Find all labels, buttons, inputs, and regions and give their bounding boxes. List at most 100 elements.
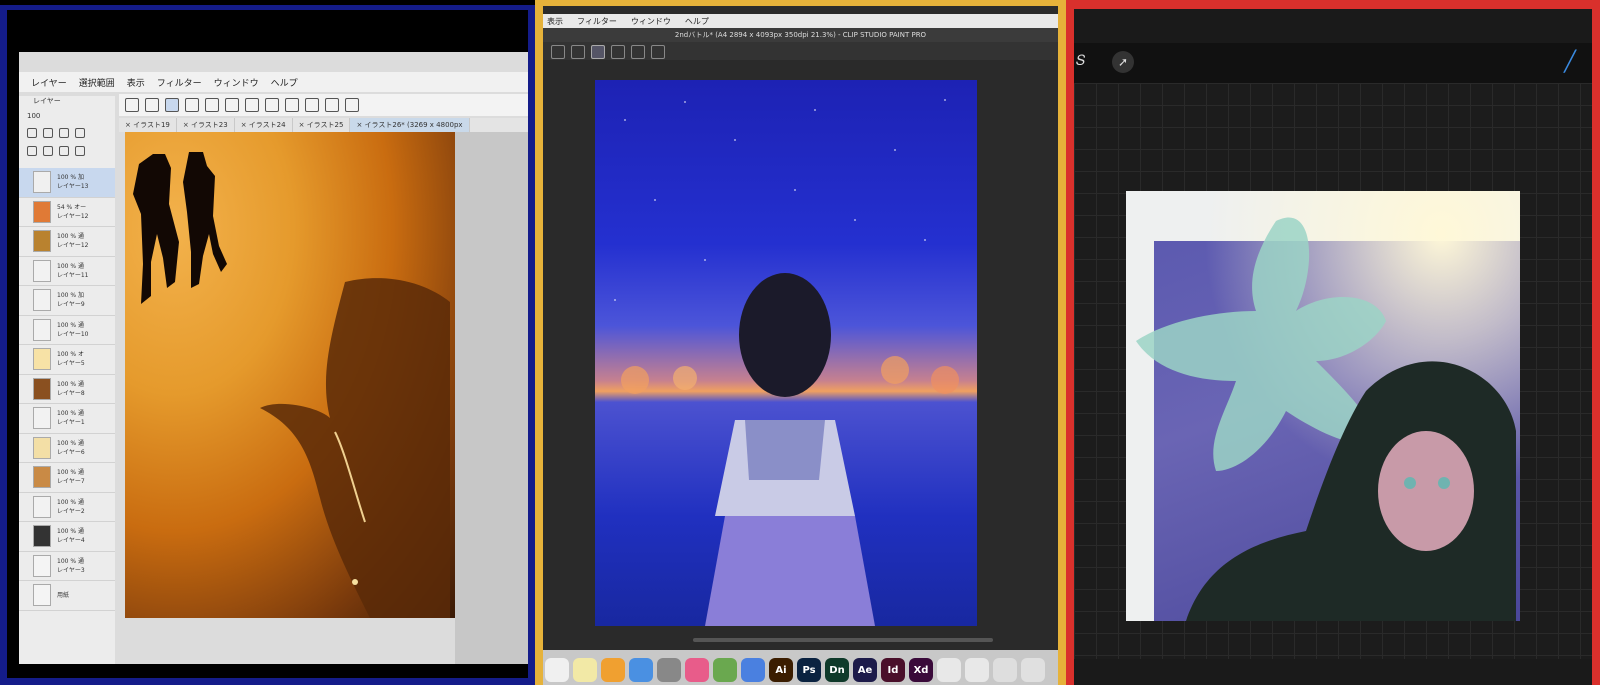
right-panel-procreate-window: 𝑆 ➚ ╱ — [1066, 0, 1600, 685]
layer-row[interactable]: 100 % 通レイヤー4 — [19, 522, 115, 552]
menu-item-help[interactable]: ヘルプ — [271, 76, 298, 89]
crop-icon[interactable] — [345, 98, 359, 112]
layer-label: 100 % 通レイヤー2 — [57, 498, 85, 516]
tab-illust24[interactable]: × イラスト24 — [235, 118, 293, 132]
dock-app-icon[interactable]: Dn — [825, 658, 849, 682]
brush-icon[interactable] — [591, 45, 605, 59]
horizontal-scrollbar[interactable] — [693, 638, 993, 642]
layer-row[interactable]: 100 % 通レイヤー12 — [19, 227, 115, 257]
layer-row[interactable]: 100 % 通レイヤー1 — [19, 404, 115, 434]
copy-icon[interactable] — [651, 45, 665, 59]
transform-icon[interactable] — [571, 45, 585, 59]
layer-row[interactable]: 100 % 加レイヤー9 — [19, 286, 115, 316]
open-folder-icon[interactable] — [225, 98, 239, 112]
layer-thumbnail — [33, 466, 51, 489]
merge-icon[interactable] — [59, 146, 69, 156]
redo-icon[interactable] — [285, 98, 299, 112]
transform-icon[interactable] — [145, 98, 159, 112]
new-layer-icon[interactable] — [27, 146, 37, 156]
layer-row[interactable]: 100 % 通レイヤー7 — [19, 463, 115, 493]
menu-item-window[interactable]: ウィンドウ — [631, 16, 671, 27]
palette-icon[interactable] — [185, 98, 199, 112]
trash-icon[interactable] — [75, 146, 85, 156]
mid-menubar: 表示 フィルター ウィンドウ ヘルプ — [543, 14, 1058, 28]
fill-icon[interactable] — [325, 98, 339, 112]
undo-icon[interactable] — [265, 98, 279, 112]
layer-row[interactable]: 100 % オレイヤー5 — [19, 345, 115, 375]
layer-row[interactable]: 100 % 通レイヤー3 — [19, 552, 115, 581]
layer-row[interactable]: 用紙 — [19, 581, 115, 611]
night-sky-illustration-canvas[interactable] — [595, 80, 977, 626]
dock-app-icon[interactable] — [937, 658, 961, 682]
layer-row[interactable]: 100 % 通レイヤー2 — [19, 493, 115, 522]
tab-illust23[interactable]: × イラスト23 — [177, 118, 235, 132]
orange-illustration-canvas[interactable] — [125, 132, 455, 618]
settings-icon[interactable] — [305, 98, 319, 112]
dock-app-icon[interactable] — [545, 658, 569, 682]
layer-row[interactable]: 100 % 通レイヤー6 — [19, 434, 115, 463]
dock-app-icon[interactable] — [601, 658, 625, 682]
window-title: 2ndバトル* (A4 2894 x 4093px 350dpi 21.3%) … — [543, 28, 1058, 42]
menu-item-view[interactable]: 表示 — [547, 16, 563, 27]
folder-icon[interactable] — [43, 146, 53, 156]
mask-icon[interactable] — [75, 128, 85, 138]
menu-icon[interactable] — [551, 45, 565, 59]
dock-app-icon[interactable] — [629, 658, 653, 682]
menu-item-layer[interactable]: レイヤー — [31, 76, 67, 89]
menu-item-view[interactable]: 表示 — [127, 76, 145, 89]
layer-name: レイヤー4 — [57, 537, 85, 545]
layer-row[interactable]: 100 % 通レイヤー8 — [19, 375, 115, 404]
dock-app-icon[interactable]: Ai — [769, 658, 793, 682]
dock-app-icon[interactable] — [1021, 658, 1045, 682]
layer-thumbnail — [33, 377, 51, 400]
selection-arrow-icon[interactable]: ➚ — [1112, 51, 1134, 73]
brush-tool-icon[interactable]: ╱ — [1564, 49, 1576, 73]
layer-label: 用紙 — [57, 591, 69, 600]
dock-app-icon[interactable] — [657, 658, 681, 682]
dock-app-icon[interactable] — [713, 658, 737, 682]
clip-icon[interactable] — [43, 128, 53, 138]
tab-illust25[interactable]: × イラスト25 — [293, 118, 351, 132]
save-icon[interactable] — [245, 98, 259, 112]
menu-item-filter[interactable]: フィルター — [157, 76, 202, 89]
procreate-canvas[interactable] — [1126, 191, 1520, 621]
adjustments-icon[interactable]: 𝑆 — [1076, 53, 1085, 69]
lock-icon[interactable] — [27, 128, 37, 138]
brush-icon[interactable] — [165, 98, 179, 112]
opacity-field[interactable]: 100 — [27, 112, 40, 120]
layer-row[interactable]: 100 % 通レイヤー10 — [19, 316, 115, 345]
dock-app-icon[interactable] — [965, 658, 989, 682]
teardrop — [352, 579, 358, 585]
dock-app-icon[interactable]: Id — [881, 658, 905, 682]
layer-blend-opacity: 100 % 通 — [57, 439, 84, 447]
reference-icon[interactable] — [59, 128, 69, 138]
menu-icon[interactable] — [125, 98, 139, 112]
layer-row[interactable]: 54 % オー レイヤー12 — [19, 198, 115, 227]
tab-illust19[interactable]: × イラスト19 — [119, 118, 177, 132]
new-file-icon[interactable] — [205, 98, 219, 112]
menu-item-filter[interactable]: フィルター — [577, 16, 617, 27]
tab-illust26-active[interactable]: × イラスト26* (3269 x 4800px — [350, 118, 470, 132]
dock-app-icon[interactable]: Ps — [797, 658, 821, 682]
layer-blend-opacity: 100 % 通 — [57, 469, 84, 477]
menu-item-help[interactable]: ヘルプ — [685, 16, 709, 27]
menu-item-selection[interactable]: 選択範囲 — [79, 76, 115, 89]
layer-row[interactable]: 100 % 加レイヤー13 — [19, 168, 115, 198]
layer-blend-opacity: 100 % 通 — [57, 321, 84, 329]
dock-app-icon[interactable]: Ae — [853, 658, 877, 682]
layer-label: 100 % 通レイヤー11 — [57, 262, 88, 280]
page-icon[interactable] — [631, 45, 645, 59]
dock-app-icon[interactable] — [573, 658, 597, 682]
layer-thumbnail — [33, 230, 51, 253]
layer-name: レイヤー12 — [57, 242, 89, 250]
layer-row[interactable]: 100 % 通レイヤー11 — [19, 257, 115, 286]
layer-name: レイヤー12 — [57, 212, 89, 220]
dock-app-icon[interactable] — [993, 658, 1017, 682]
dock-app-icon[interactable] — [685, 658, 709, 682]
pen-icon[interactable] — [611, 45, 625, 59]
layer-thumbnail — [33, 171, 51, 194]
menu-item-window[interactable]: ウィンドウ — [214, 76, 259, 89]
dock-app-icon[interactable]: Xd — [909, 658, 933, 682]
dock-app-icon[interactable] — [741, 658, 765, 682]
layer-label: 54 % オー レイヤー12 — [57, 203, 88, 221]
